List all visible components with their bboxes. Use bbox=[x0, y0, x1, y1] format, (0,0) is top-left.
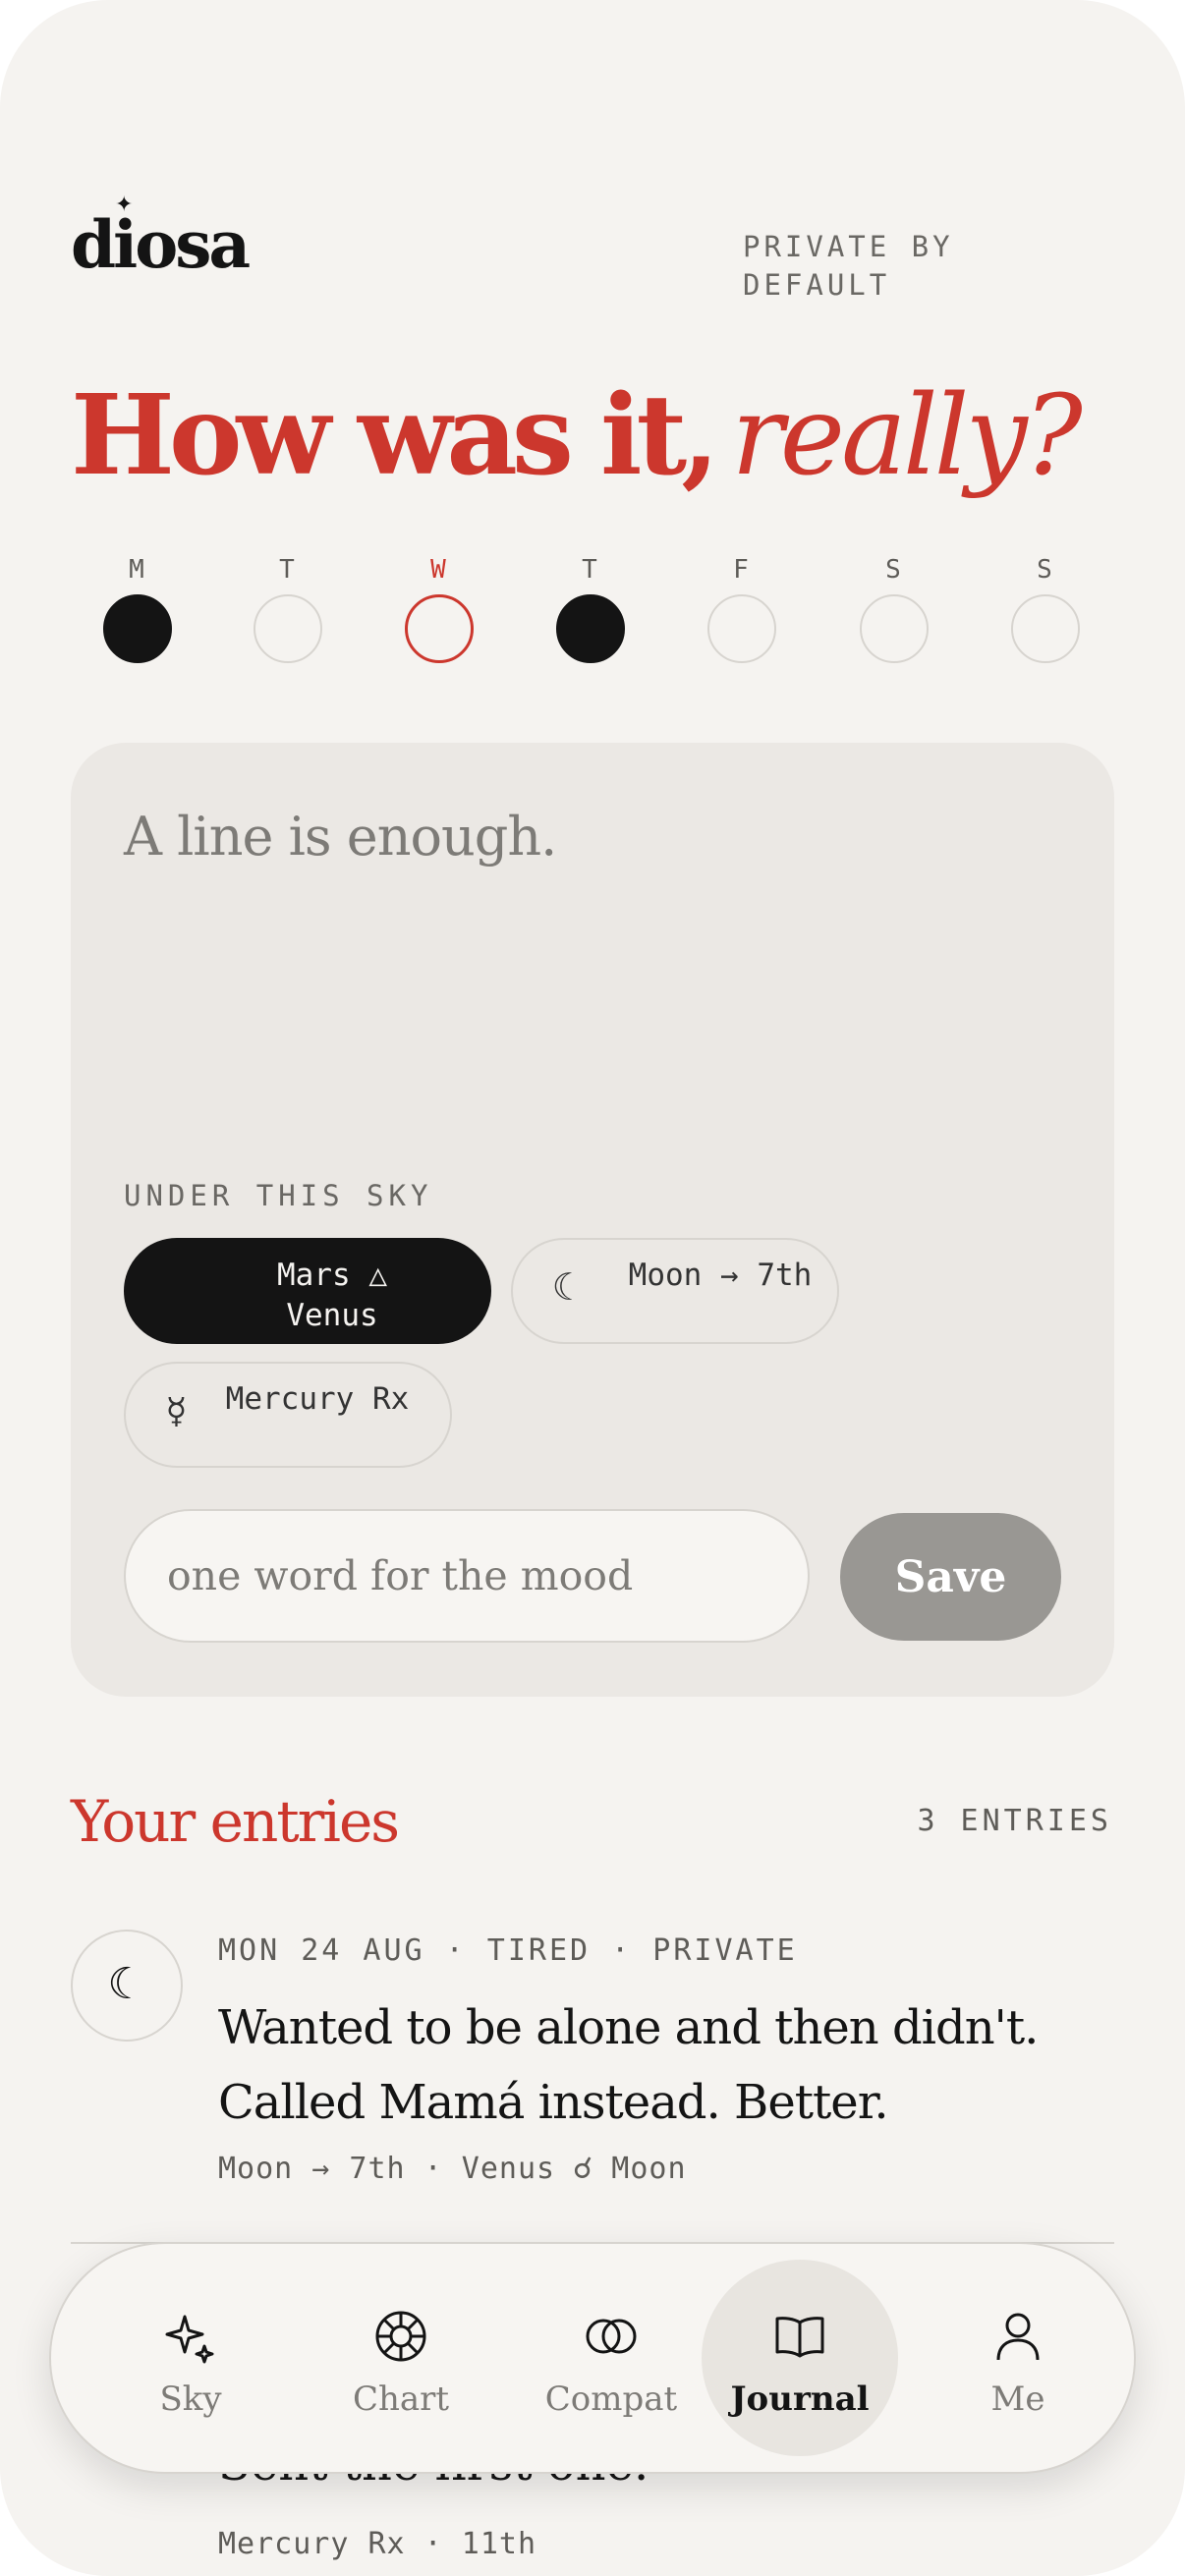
day-label: M bbox=[129, 555, 146, 585]
day-sun[interactable]: S bbox=[1006, 555, 1085, 663]
chip-mercury-rx[interactable]: ☿ Mercury Rx bbox=[124, 1362, 452, 1468]
day-fri[interactable]: F bbox=[703, 555, 781, 663]
tab-label: Chart bbox=[352, 2380, 450, 2419]
tab-sky[interactable]: Sky bbox=[92, 2260, 289, 2456]
day-dot bbox=[405, 594, 474, 663]
day-dot bbox=[103, 594, 172, 663]
moon-icon: ☾ bbox=[71, 1930, 183, 2042]
save-button[interactable]: Save bbox=[840, 1513, 1061, 1641]
privacy-note: PRIVATE BY DEFAULT bbox=[743, 230, 954, 302]
entry-body: Wanted to be alone and then didn't. Call… bbox=[218, 2000, 1039, 2130]
day-dot bbox=[860, 594, 929, 663]
chart-wheel-icon bbox=[375, 2311, 426, 2362]
sky-section-label: UNDER THIS SKY bbox=[124, 1179, 433, 1212]
day-dot bbox=[707, 594, 776, 663]
rings-icon bbox=[586, 2319, 637, 2354]
chip-label: Moon → 7th bbox=[628, 1258, 813, 1293]
chip-label: Mercury Rx bbox=[225, 1381, 410, 1417]
page-headline: How was it, really? bbox=[71, 371, 1083, 500]
day-label: T bbox=[582, 555, 599, 585]
day-mon[interactable]: M bbox=[98, 555, 177, 663]
entries-count: 3 ENTRIES bbox=[917, 1804, 1112, 1838]
mercury-icon: ☿ bbox=[165, 1389, 188, 1432]
entry-tags: Moon → 7th · Venus ☌ Moon bbox=[218, 2152, 687, 2186]
tab-label: Sky bbox=[159, 2380, 222, 2419]
bottom-tab-bar: Sky Chart Compat Journal Me bbox=[49, 2242, 1136, 2474]
entries-title: Your entries bbox=[71, 1788, 400, 1855]
day-thu[interactable]: T bbox=[551, 555, 630, 663]
day-label: T bbox=[279, 555, 297, 585]
book-icon bbox=[775, 2317, 824, 2358]
entry-meta: MON 24 AUG · TIRED · PRIVATE bbox=[218, 1933, 798, 1968]
day-label: F bbox=[733, 555, 751, 585]
day-dot bbox=[1011, 594, 1080, 663]
tab-journal[interactable]: Journal bbox=[702, 2260, 898, 2456]
day-label: S bbox=[1037, 555, 1054, 585]
chip-moon-7th[interactable]: ☾ Moon → 7th bbox=[511, 1238, 839, 1344]
tab-chart[interactable]: Chart bbox=[303, 2260, 499, 2456]
day-tue[interactable]: T bbox=[249, 555, 327, 663]
chip-mars-venus[interactable]: Mars △ Venus bbox=[124, 1238, 491, 1344]
tab-label: Journal bbox=[730, 2380, 870, 2419]
day-sat[interactable]: S bbox=[855, 555, 933, 663]
journal-entry[interactable]: ☾ MON 24 AUG · TIRED · PRIVATE Wanted to… bbox=[71, 1930, 1114, 2244]
headline-italic: really? bbox=[731, 372, 1083, 500]
sparkle-icon bbox=[165, 2315, 214, 2364]
day-label: W bbox=[430, 555, 448, 585]
chip-label: Mars △ Venus bbox=[277, 1258, 387, 1333]
week-tracker: M T W T F S S bbox=[98, 555, 1100, 683]
entry-tags: Mercury Rx · 11th bbox=[218, 2527, 537, 2561]
headline-main: How was it, bbox=[71, 371, 719, 500]
day-dot bbox=[254, 594, 322, 663]
entry-textarea[interactable]: A line is enough. bbox=[124, 806, 557, 868]
journal-composer: A line is enough. UNDER THIS SKY Mars △ … bbox=[71, 743, 1114, 1697]
app-screen: ✦ diosa PRIVATE BY DEFAULT How was it, re… bbox=[0, 0, 1185, 2576]
day-dot bbox=[556, 594, 625, 663]
day-label: S bbox=[885, 555, 903, 585]
day-wed[interactable]: W bbox=[400, 555, 479, 663]
mood-input[interactable] bbox=[124, 1509, 810, 1643]
tab-label: Compat bbox=[544, 2380, 678, 2419]
moon-icon: ☾ bbox=[552, 1265, 575, 1309]
person-icon bbox=[996, 2313, 1040, 2361]
tab-compat[interactable]: Compat bbox=[513, 2260, 709, 2456]
app-logo: diosa bbox=[71, 206, 251, 283]
tab-label: Me bbox=[990, 2380, 1045, 2419]
tab-me[interactable]: Me bbox=[920, 2260, 1116, 2456]
